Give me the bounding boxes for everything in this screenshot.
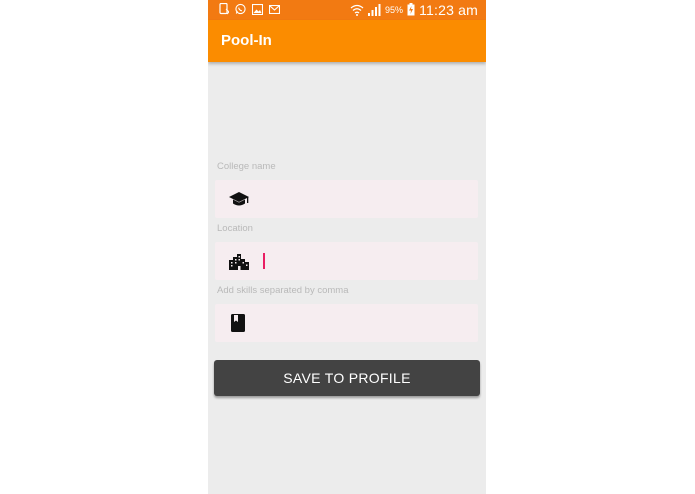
battery-charging-icon: [407, 1, 415, 20]
app-title: Pool-In: [221, 32, 272, 49]
city-icon: [228, 251, 249, 271]
skills-input[interactable]: [259, 312, 470, 334]
gmail-icon: [269, 3, 280, 15]
gallery-icon: [252, 3, 263, 15]
signal-icon: [368, 1, 381, 20]
college-name-input[interactable]: [259, 188, 470, 210]
phone-screen: 95% 11:23 am Pool-In College name Locati…: [208, 0, 486, 494]
app-bar: Pool-In: [208, 20, 486, 62]
wifi-icon: [350, 1, 364, 20]
device-icon: [218, 3, 229, 15]
status-bar: 95% 11:23 am: [208, 0, 486, 20]
location-label: Location: [217, 223, 253, 234]
college-name-label: College name: [217, 161, 276, 172]
graduation-cap-icon: [228, 189, 249, 209]
book-icon: [228, 313, 248, 333]
battery-percent: 95%: [385, 5, 404, 15]
whatsapp-icon: [235, 3, 246, 15]
system-status: 95% 11:23 am: [350, 1, 478, 19]
save-to-profile-button[interactable]: SAVE TO PROFILE: [214, 360, 480, 396]
skills-field[interactable]: [215, 304, 478, 342]
skills-label: Add skills separated by comma: [217, 285, 349, 296]
notification-icons: [218, 3, 280, 15]
college-name-field[interactable]: [215, 180, 478, 218]
location-input[interactable]: [259, 250, 470, 272]
location-field[interactable]: [215, 242, 478, 280]
clock: 11:23 am: [419, 2, 478, 18]
